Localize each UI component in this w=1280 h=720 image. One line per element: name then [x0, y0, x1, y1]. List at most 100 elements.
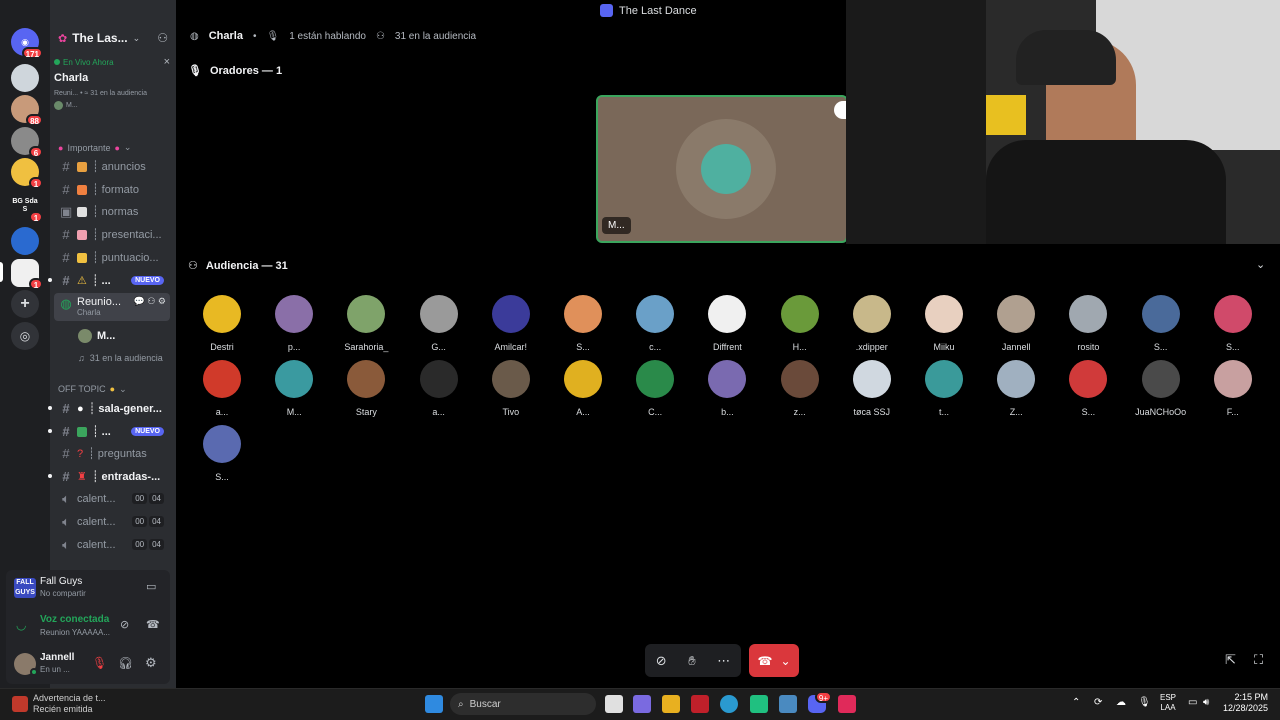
noise-suppression-icon[interactable]: ⊘	[120, 618, 129, 631]
warning-app-icon[interactable]	[12, 696, 28, 712]
audience-member[interactable]: S...	[551, 295, 615, 352]
discover-icon[interactable]: ◎	[11, 322, 39, 350]
discord-icon[interactable]: 9+	[808, 691, 832, 713]
volume-icon[interactable]: 🔊︎	[1203, 697, 1209, 708]
audience-member[interactable]: Z...	[984, 360, 1048, 417]
invite-icon[interactable]: ⚇	[157, 31, 168, 45]
audience-member[interactable]: S...	[1201, 295, 1265, 352]
category-offtopic[interactable]: OFF TOPIC ● ⌄	[58, 384, 127, 395]
audience-member[interactable]: a...	[190, 360, 254, 417]
server-header[interactable]: ✿ The Las... ⌄ ⚇	[50, 24, 176, 52]
audience-member[interactable]: t...	[912, 360, 976, 417]
audience-member[interactable]: p...	[262, 295, 326, 352]
taskbar-clock[interactable]: 2:15 PM 12/28/2025	[1218, 692, 1268, 714]
stage-speaker[interactable]: M...	[54, 325, 170, 346]
category-importante[interactable]: ● Importante ● ⌄	[58, 142, 131, 153]
windows-start-icon[interactable]	[425, 695, 443, 713]
server-icon[interactable]: 1	[11, 259, 43, 290]
antivirus-icon[interactable]	[691, 695, 709, 713]
audience-member[interactable]: S...	[190, 425, 254, 482]
audience-member[interactable]: C...	[623, 360, 687, 417]
server-icon[interactable]: 1	[11, 158, 43, 189]
home-button[interactable]: ◉ 171	[11, 28, 43, 59]
language-indicator[interactable]: ESP LAA	[1160, 693, 1176, 713]
raise-hand-icon[interactable]: ✋︎	[688, 653, 695, 669]
audience-member[interactable]: G...	[407, 295, 471, 352]
channel-anuncios[interactable]: # ┊ anuncios	[54, 156, 170, 177]
audience-member[interactable]: rosito	[1056, 295, 1120, 352]
audience-member[interactable]: Diffrent	[695, 295, 759, 352]
channel-puntuacion[interactable]: # ┊ puntuacio...	[54, 247, 170, 268]
server-icon[interactable]: 88	[11, 95, 43, 126]
chevron-down-icon[interactable]: ⌄	[1256, 258, 1265, 271]
audience-member[interactable]: F...	[1201, 360, 1265, 417]
audience-member[interactable]: A...	[551, 360, 615, 417]
voice-channel-calent-3[interactable]: 🔈︎ calent... 00 04	[54, 534, 170, 555]
app-icon[interactable]	[779, 695, 797, 713]
copilot-icon[interactable]	[633, 695, 651, 713]
voice-channel-calent-1[interactable]: 🔈︎ calent... 00 04	[54, 488, 170, 509]
channel-sala-general[interactable]: # ● ┊ sala-gener...	[54, 398, 170, 419]
channel-presentaciones[interactable]: # ┊ presentaci...	[54, 224, 170, 245]
audience-member[interactable]: M...	[262, 360, 326, 417]
chat-icon[interactable]: 💬 ⚇ ⚙	[134, 296, 166, 307]
signal-icon[interactable]: ◡	[16, 618, 26, 632]
audience-member[interactable]: Jannell	[984, 295, 1048, 352]
server-icon[interactable]: 6	[11, 127, 43, 158]
audience-member[interactable]: JuaNCHoOo	[1129, 360, 1193, 417]
channel-formato[interactable]: # ┊ formato	[54, 179, 170, 200]
stage-audience-count[interactable]: ♫ 31 en la audiencia	[54, 347, 170, 368]
popout-icon[interactable]: ⇱	[1225, 652, 1236, 668]
edge-icon[interactable]	[720, 695, 738, 713]
sync-icon[interactable]: ⟳	[1094, 697, 1102, 708]
audience-member[interactable]: z...	[768, 360, 832, 417]
add-server-icon[interactable]: +	[11, 290, 39, 318]
server-icon[interactable]	[11, 64, 39, 92]
disconnect-icon[interactable]: ☎	[146, 618, 160, 631]
notification-widget[interactable]: Advertencia de t... Recién emitida	[33, 693, 106, 715]
mic-muted-icon[interactable]: 🎙︎	[92, 656, 107, 670]
screen-share-icon[interactable]: ▭	[146, 580, 156, 593]
channel-new-2[interactable]: # ┊ ... NUEVO	[54, 421, 170, 442]
live-stage-panel[interactable]: En Vivo Ahora × Charla Reuni... • ≈ 31 en…	[54, 56, 170, 124]
headphones-icon[interactable]: 🎧︎	[118, 656, 133, 670]
audience-member[interactable]: Sarahoria_	[334, 295, 398, 352]
channel-new[interactable]: # ⚠ ┊ ... NUEVO	[54, 270, 170, 291]
audience-member[interactable]: b...	[695, 360, 759, 417]
audience-member[interactable]: S...	[1129, 295, 1193, 352]
cloud-icon[interactable]: ☁	[1116, 697, 1126, 708]
close-icon[interactable]: ×	[164, 56, 170, 68]
audience-member[interactable]: H...	[768, 295, 832, 352]
audience-member[interactable]: Amilcar!	[479, 295, 543, 352]
mic-icon[interactable]: 🎙︎	[1138, 697, 1151, 708]
activity-panel[interactable]: FALL GUYS Fall Guys No compartir ▭	[6, 570, 170, 606]
audience-member[interactable]: Miiku	[912, 295, 976, 352]
channel-normas[interactable]: ▣ ┊ normas	[54, 201, 170, 222]
audience-member[interactable]: Stary	[334, 360, 398, 417]
settings-gear-icon[interactable]: ⚙	[145, 655, 157, 671]
audience-member[interactable]: a...	[407, 360, 471, 417]
file-explorer-icon[interactable]	[662, 695, 680, 713]
more-options-icon[interactable]: ⋯	[717, 653, 730, 669]
app-icon[interactable]	[750, 695, 768, 713]
leave-stage-button[interactable]: ☎ ⌄	[749, 644, 799, 677]
voice-channel-calent-2[interactable]: 🔈︎ calent... 00 04	[54, 511, 170, 532]
video-off-icon[interactable]: ⊘	[656, 653, 667, 669]
speaker-tile[interactable]: M...	[596, 95, 848, 243]
audience-member[interactable]: tøca SSJ	[840, 360, 904, 417]
audience-member[interactable]: Tivo	[479, 360, 543, 417]
channel-entradas[interactable]: # ♜ ┊ entradas-...	[54, 466, 170, 487]
task-view-icon[interactable]	[605, 695, 623, 713]
audience-member[interactable]: c...	[623, 295, 687, 352]
audience-member[interactable]: S...	[1056, 360, 1120, 417]
audience-member[interactable]: Destri	[190, 295, 254, 352]
network-icon[interactable]: ▭	[1188, 697, 1197, 708]
chevron-up-icon[interactable]: ⌃	[1072, 697, 1080, 708]
fullscreen-icon[interactable]: ⛶	[1254, 652, 1263, 668]
tiktok-icon[interactable]	[838, 695, 856, 713]
audience-member[interactable]: .xdipper	[840, 295, 904, 352]
server-folder[interactable]: BG Sda S1	[11, 192, 43, 223]
channel-stage-reunion[interactable]: ◍ Reunio... Charla 💬 ⚇ ⚙	[54, 293, 170, 321]
taskbar-search[interactable]: ⌕ Buscar	[450, 693, 596, 715]
channel-preguntas[interactable]: #? ┊ preguntas	[54, 443, 170, 464]
